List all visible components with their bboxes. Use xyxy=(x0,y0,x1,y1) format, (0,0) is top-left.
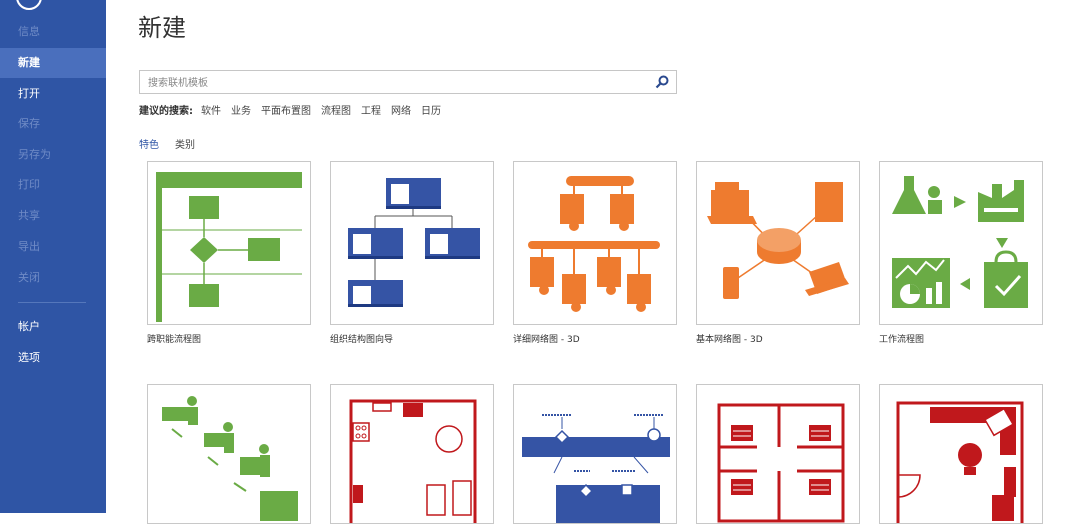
template-card-row2-3[interactable] xyxy=(513,384,677,524)
kitchen-plan-thumbnail xyxy=(349,399,477,523)
process-engineering-thumbnail xyxy=(522,414,670,523)
sidebar-item-open[interactable]: 打开 xyxy=(0,79,106,109)
suggested-link-network[interactable]: 网络 xyxy=(391,106,411,117)
template-card-row2-5[interactable] xyxy=(879,384,1043,524)
template-card-row2-4[interactable] xyxy=(696,384,860,524)
sidebar-divider xyxy=(18,302,86,303)
template-card-row2-1[interactable] xyxy=(147,384,311,524)
template-label-cross-functional-flowchart: 跨职能流程图 xyxy=(147,335,202,345)
sidebar-item-export[interactable]: 导出 xyxy=(0,232,106,262)
search-input[interactable] xyxy=(146,73,650,93)
sidebar-item-account[interactable]: 帐户 xyxy=(0,312,106,342)
workflow-people-thumbnail xyxy=(162,396,298,521)
sidebar-item-save[interactable]: 保存 xyxy=(0,109,106,139)
template-card-detailed-network-3d[interactable] xyxy=(513,161,677,325)
suggested-link-calendar[interactable]: 日历 xyxy=(421,106,441,117)
back-button[interactable] xyxy=(16,0,42,10)
sidebar-item-print[interactable]: 打印 xyxy=(0,170,106,200)
tab-featured[interactable]: 特色 xyxy=(139,140,159,151)
org-chart-thumbnail xyxy=(348,178,480,307)
template-card-org-chart-wizard[interactable] xyxy=(330,161,494,325)
template-label-detailed-network-3d: 详细网络图 - 3D xyxy=(513,335,580,345)
office-layout-thumbnail xyxy=(896,401,1024,523)
suggested-searches: 建议的搜索: 软件 业务 平面布置图 流程图 工程 网络 日历 xyxy=(139,102,451,117)
sidebar: 信息 新建 打开 保存 另存为 打印 共享 导出 关闭 帐户 选项 xyxy=(0,0,106,513)
search-icon[interactable] xyxy=(654,74,670,90)
detailed-network-thumbnail xyxy=(528,176,660,312)
sidebar-item-share[interactable]: 共享 xyxy=(0,201,106,231)
suggested-link-engineering[interactable]: 工程 xyxy=(361,106,381,117)
template-label-workflow-diagram: 工作流程图 xyxy=(879,335,925,345)
suggested-link-flowchart[interactable]: 流程图 xyxy=(321,106,351,117)
sidebar-item-options[interactable]: 选项 xyxy=(0,343,106,373)
main-content: 新建 建议的搜索: 软件业务平面布置图流程图工程网络日历 特色 类别 跨职能流程图 xyxy=(106,0,1080,524)
template-tabs: 特色 类别 xyxy=(139,136,211,151)
template-label-basic-network-3d: 基本网络图 - 3D xyxy=(696,335,763,345)
suggested-link-business[interactable]: 业务 xyxy=(231,106,251,117)
template-card-workflow-diagram[interactable] xyxy=(879,161,1043,325)
search-box xyxy=(139,70,677,94)
office-plan-thumbnail xyxy=(717,403,845,523)
template-label-org-chart-wizard: 组织结构图向导 xyxy=(330,335,394,345)
sidebar-item-new[interactable]: 新建 xyxy=(0,48,106,78)
sidebar-item-save-as[interactable]: 另存为 xyxy=(0,140,106,170)
suggested-link-software[interactable]: 软件 xyxy=(201,106,221,117)
basic-network-thumbnail xyxy=(707,182,849,299)
page-title: 新建 xyxy=(138,14,186,42)
tab-categories[interactable]: 类别 xyxy=(175,140,195,151)
workflow-thumbnail xyxy=(892,176,1028,308)
suggested-link-floor-plan[interactable]: 平面布置图 xyxy=(261,106,311,117)
sidebar-item-info[interactable]: 信息 xyxy=(0,17,106,47)
template-card-basic-network-3d[interactable] xyxy=(696,161,860,325)
sidebar-item-close[interactable]: 关闭 xyxy=(0,263,106,293)
template-card-cross-functional-flowchart[interactable] xyxy=(147,161,311,325)
template-card-row2-2[interactable] xyxy=(330,384,494,524)
cross-functional-flowchart-thumbnail xyxy=(156,172,302,322)
suggested-searches-label: 建议的搜索: xyxy=(139,106,193,117)
